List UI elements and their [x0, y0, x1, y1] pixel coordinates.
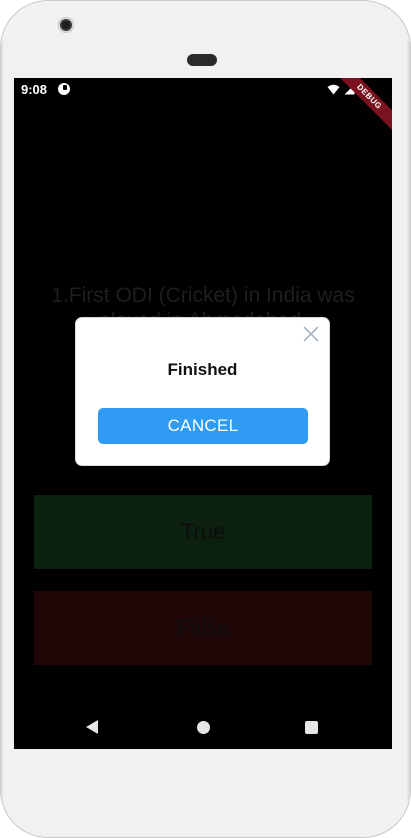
recents-icon[interactable] — [305, 721, 318, 734]
screen: 9:08 DEBUG 1.First ODI (Cricket) in Indi… — [14, 78, 392, 749]
speaker-grille — [187, 54, 217, 66]
false-button: False — [34, 591, 372, 665]
navigation-bar — [14, 704, 392, 749]
wifi-icon — [327, 84, 340, 94]
phone-edge-right — [406, 41, 410, 801]
camera-icon — [58, 17, 74, 33]
phone-edge-left — [1, 41, 4, 801]
finished-dialog: Finished CANCEL — [75, 317, 330, 466]
cancel-button[interactable]: CANCEL — [98, 408, 308, 444]
true-button: True — [34, 495, 372, 569]
back-icon[interactable] — [86, 720, 98, 734]
app-status-icon — [58, 83, 70, 95]
status-bar: 9:08 DEBUG — [14, 78, 392, 134]
home-icon[interactable] — [197, 721, 210, 734]
status-time: 9:08 — [21, 82, 48, 97]
dialog-title: Finished — [167, 360, 238, 379]
close-icon[interactable] — [301, 324, 321, 344]
phone-frame: 9:08 DEBUG 1.First ODI (Cricket) in Indi… — [0, 0, 411, 838]
